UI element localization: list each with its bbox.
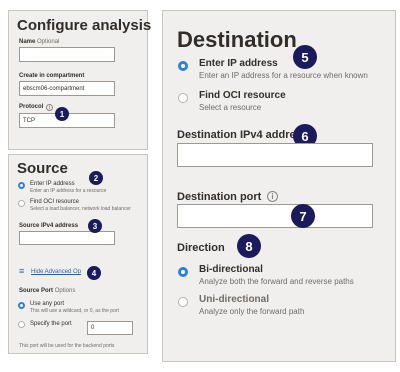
source-enter-ip-radio[interactable]	[18, 182, 25, 189]
destination-enter-ip-desc: Enter an IP address for a resource when …	[199, 71, 368, 80]
source-ipv4-label: Source IPv4 address	[19, 223, 79, 229]
destination-enter-ip-radio[interactable]	[178, 61, 188, 71]
badge-8: 8	[237, 234, 261, 258]
source-find-oci-desc: Select a load balancer, network load bal…	[30, 206, 131, 212]
name-optional-text: Optional	[37, 39, 60, 45]
compartment-select[interactable]: ebscm06-compartment	[19, 81, 115, 96]
configure-analysis-panel: Configure analysis Name Optional Create …	[8, 10, 152, 150]
destination-panel: Destination 5 Enter IP address Enter an …	[162, 10, 396, 362]
badge-1: 1	[55, 107, 69, 121]
configure-title: Configure analysis	[17, 17, 152, 34]
source-enter-ip-title: Enter IP address	[30, 181, 75, 187]
destination-port-input[interactable]	[177, 204, 373, 228]
name-label: Name Optional	[19, 39, 59, 45]
specify-port-input[interactable]: 0	[87, 321, 133, 335]
compartment-label: Create in compartment	[19, 73, 85, 79]
badge-2: 2	[89, 171, 103, 185]
destination-find-oci-radio[interactable]	[178, 93, 188, 103]
source-port-optional-text: Options	[54, 288, 76, 294]
hide-advanced-options-link[interactable]: Hide Advanced Op	[31, 269, 81, 275]
protocol-label: Protocol	[19, 104, 43, 110]
protocol-label-text: Protocol	[19, 104, 44, 110]
badge-3: 3	[88, 219, 102, 233]
badge-7: 7	[291, 204, 315, 228]
destination-ipv4-input[interactable]	[177, 143, 373, 167]
uni-directional-title: Uni-directional	[199, 294, 270, 305]
source-port-footer-note: This port will be used for the backend p…	[19, 343, 115, 349]
bi-directional-radio[interactable]	[178, 267, 188, 277]
source-ipv4-input[interactable]	[19, 231, 115, 245]
source-title: Source	[17, 160, 68, 177]
destination-find-oci-title: Find OCI resource	[199, 90, 286, 101]
uni-directional-desc: Analyze only the forward path	[199, 307, 305, 316]
use-any-port-radio[interactable]	[18, 302, 25, 309]
destination-enter-ip-title: Enter IP address	[199, 58, 278, 69]
direction-label: Direction	[177, 242, 225, 254]
bi-directional-desc: Analyze both the forward and reverse pat…	[199, 277, 354, 286]
source-enter-ip-desc: Enter an IP address for a resource	[30, 188, 107, 194]
name-input[interactable]	[19, 47, 115, 62]
source-panel: Source Enter IP address Enter an IP addr…	[8, 154, 148, 354]
specify-port-title: Specify the port	[30, 321, 72, 327]
hamburger-icon[interactable]: ≡	[19, 267, 24, 276]
name-label-text: Name	[19, 39, 36, 45]
badge-4: 4	[87, 266, 101, 280]
bi-directional-title: Bi-directional	[199, 264, 263, 275]
specify-port-radio[interactable]	[18, 321, 25, 328]
destination-title: Destination	[177, 27, 297, 52]
source-port-label: Source Port Options	[19, 288, 75, 294]
use-any-port-title: Use any port	[30, 301, 65, 307]
destination-find-oci-desc: Select a resource	[199, 103, 262, 112]
source-port-label-text: Source Port	[19, 288, 54, 294]
destination-port-info-icon[interactable]: i	[267, 191, 278, 202]
source-find-oci-title: Find OCI resource	[30, 199, 80, 205]
use-any-port-desc: This will use a wildcard, or 0, as the p…	[30, 308, 119, 314]
uni-directional-radio[interactable]	[178, 297, 188, 307]
badge-5: 5	[293, 45, 317, 69]
destination-ipv4-label: Destination IPv4 addre	[177, 129, 296, 141]
source-find-oci-radio[interactable]	[18, 200, 25, 207]
protocol-info-icon[interactable]: i	[46, 104, 53, 111]
destination-port-label: Destination port	[177, 191, 262, 203]
